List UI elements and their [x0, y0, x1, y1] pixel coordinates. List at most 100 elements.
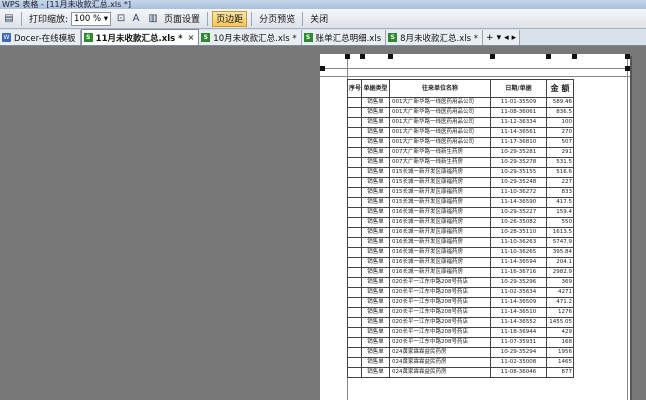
spreadsheet-icon: S [83, 33, 93, 42]
table-cell: 016长城一新开发区康福药房 [389, 257, 491, 268]
table-cell: 020长平一江东中路208号药店 [389, 277, 491, 288]
chevron-down-icon[interactable]: ▾ [497, 33, 502, 43]
table-row: 销售单 016长城一新开发区康福药房 10-26-35082 550 [347, 217, 574, 228]
page-break-preview-button[interactable]: 分页预览 [256, 11, 298, 27]
table-cell: 020长平一江东中路208号药店 [389, 297, 491, 308]
table-cell: 销售单 [361, 97, 390, 108]
margin-handle[interactable] [625, 54, 630, 59]
table-cell: 507 [546, 137, 574, 148]
table-cell: 11-10-36272 [490, 187, 547, 198]
margin-handle[interactable] [360, 54, 365, 59]
table-cell: 1465 [546, 357, 574, 368]
spreadsheet-icon: S [201, 33, 211, 42]
table-cell: 024黄家霖霖益民药房 [389, 357, 491, 368]
tab-docer[interactable]: W Docer-在线模板 [0, 30, 81, 45]
page-setup-button[interactable]: 页面设置 [161, 11, 203, 27]
margin-handle[interactable] [388, 54, 393, 59]
margins-button[interactable]: 页边距 [212, 10, 248, 27]
margin-handle[interactable] [490, 54, 495, 59]
margin-handle[interactable] [625, 66, 630, 71]
table-row: 销售单 020长平一江东中路208号药店 11-14-36509 471.2 [347, 297, 574, 308]
table-row: 销售单 015长城一新开发区康福药房 11-14-36590 417.5 [347, 197, 574, 208]
table-cell: 销售单 [361, 117, 390, 128]
table-cell: 833 [546, 187, 574, 198]
chevron-down-icon[interactable]: ▾ [104, 14, 108, 24]
table-cell: 015长城一新开发区康福药房 [389, 177, 491, 188]
table-cell: 516.6 [546, 167, 574, 178]
tab-scroll-right-icon[interactable]: ▸ [512, 33, 517, 43]
margin-line-header[interactable] [320, 76, 630, 77]
text-format-icon[interactable]: A [129, 12, 143, 26]
table-row: 销售单 016长城一新开发区康福药房 10-28-35110 1613.5 [347, 227, 574, 238]
table-cell: 11-14-36590 [490, 197, 547, 208]
table-row: 销售单 016长城一新开发区康福药房 11-10-36265 395.84 [347, 247, 574, 258]
table-row: 销售单 020长平一江东中路208号药店 11-14-36510 1276 [347, 307, 574, 318]
web-icon: W [2, 33, 11, 42]
preview-workspace: 序号 单据类型 往来单位名称 日期/单据 金 额 销售单 001大广新华路一线医药… [0, 46, 646, 400]
margin-handle[interactable] [320, 66, 325, 71]
margin-line-right[interactable] [627, 54, 628, 400]
table-cell: 11-10-36263 [490, 237, 547, 248]
table-cell: 5747.9 [546, 237, 574, 248]
table-cell: 015长城一新开发区康福药房 [389, 187, 491, 198]
margin-line-top[interactable] [320, 68, 630, 69]
table-cell: 销售单 [361, 287, 390, 298]
table-cell: 销售单 [361, 257, 390, 268]
table-cell: 销售单 [361, 317, 390, 328]
table-cell: 007大广新华路一线新生药房 [389, 157, 491, 168]
margin-handle[interactable] [345, 54, 350, 59]
table-cell: 11-01-35509 [490, 97, 547, 108]
table-cell: 007大广新华路一线新生药房 [389, 147, 491, 158]
table-cell: 销售单 [361, 327, 390, 338]
tab-bill-summary[interactable]: S 账单汇总明细.xls [301, 30, 387, 45]
table-cell: 429 [546, 327, 574, 338]
table-cell [347, 237, 362, 248]
table-cell: 销售单 [361, 187, 390, 198]
table-row: 销售单 024黄家霖霖益民药房 11-02-35008 1465 [347, 357, 574, 368]
tab-10-month[interactable]: S 10月未收款汇总.xls * [199, 30, 302, 45]
table-cell: 016长城一新开发区康福药房 [389, 247, 491, 258]
column-header: 日期/单据 [490, 79, 547, 98]
table-cell [347, 247, 362, 258]
table-cell: 001大广新华路一线医药用品公司 [389, 127, 491, 138]
print-icon[interactable]: ▤ [2, 12, 16, 26]
table-cell: 001大广新华路一线医药用品公司 [389, 117, 491, 128]
table-cell: 销售单 [361, 277, 390, 288]
table-cell: 销售单 [361, 337, 390, 348]
table-cell [347, 347, 362, 358]
close-preview-button[interactable]: 关闭 [307, 11, 331, 27]
tab-8-month[interactable]: S 8月未收款汇总.xls * [386, 30, 484, 45]
column-header: 序号 [347, 79, 362, 98]
table-cell: 550 [546, 217, 574, 228]
zoom-select[interactable]: 100 % ▾ [71, 11, 112, 26]
spreadsheet-table: 序号 单据类型 往来单位名称 日期/单据 金 额 销售单 001大广新华路一线医药… [347, 79, 574, 378]
toolbar-separator [207, 11, 209, 26]
table-cell: 10-29-35294 [490, 347, 547, 358]
table-cell [347, 187, 362, 198]
close-icon[interactable]: × [188, 33, 195, 42]
add-tab-icon[interactable]: + [486, 33, 494, 43]
spreadsheet-icon: S [388, 33, 398, 42]
table-cell [347, 97, 362, 108]
table-cell: 291 [546, 147, 574, 158]
tab-11-month[interactable]: S 11月未收款汇总.xls * × [80, 29, 200, 45]
table-cell: 销售单 [361, 177, 390, 188]
table-cell: 016长城一新开发区康福药房 [389, 207, 491, 218]
zoom-icon[interactable]: ⊡ [114, 12, 128, 26]
table-cell [347, 147, 362, 158]
table-cell: 11-14-36552 [490, 317, 547, 328]
column-header: 金 额 [546, 79, 574, 98]
table-cell: 589.46 [546, 97, 574, 108]
document-tab-bar: W Docer-在线模板 S 11月未收款汇总.xls * × S 10月未收款… [0, 29, 646, 46]
margin-handle[interactable] [572, 54, 577, 59]
table-row: 销售单 015长城一新开发区康福药房 10-29-35248 227 [347, 177, 574, 188]
table-row: 销售单 024黄家霖霖益民药房 11-08-36046 877 [347, 367, 574, 378]
toolbar-separator [251, 11, 253, 26]
table-cell [347, 127, 362, 138]
table-cell: 015长城一新开发区康福药房 [389, 167, 491, 178]
table-row: 销售单 020长平一江东中路208号药店 11-07-35931 168 [347, 337, 574, 348]
margin-handle[interactable] [546, 54, 551, 59]
tab-scroll-left-icon[interactable]: ◂ [504, 33, 509, 43]
page-setup-icon[interactable]: ▥ [146, 12, 160, 26]
table-cell [347, 307, 362, 318]
